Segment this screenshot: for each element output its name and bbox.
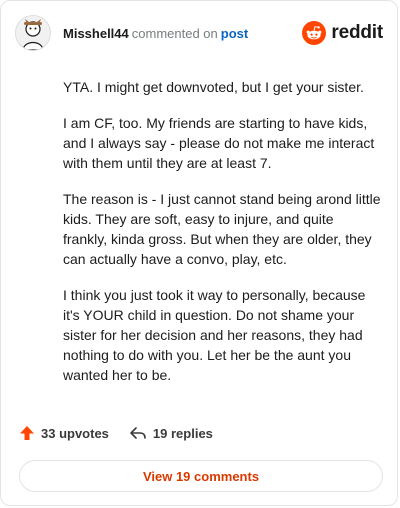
user-avatar[interactable]	[15, 15, 51, 51]
comment-card: Misshell44 commented on post reddit YTA. I…	[0, 0, 398, 506]
comment-paragraph: I think you just took it way to personal…	[63, 287, 366, 383]
upvote-arrow-icon	[20, 426, 34, 440]
comment-actions: 33 upvotes 19 replies	[19, 425, 213, 441]
view-comments-button[interactable]: View 19 comments	[19, 460, 383, 492]
reddit-brand[interactable]: reddit	[302, 21, 383, 45]
replies-button[interactable]: 19 replies	[129, 425, 213, 441]
upvote-button[interactable]: 33 upvotes	[19, 425, 109, 441]
reply-count: 19 replies	[152, 425, 213, 441]
comment-meta: Misshell44 commented on post	[63, 26, 248, 41]
reply-arrow-icon	[130, 427, 146, 439]
post-link[interactable]: post	[221, 26, 248, 41]
reddit-wordmark: reddit	[331, 22, 383, 43]
comment-header: Misshell44 commented on post reddit	[15, 15, 383, 51]
comment-paragraph: The reason is - I just cannot stand bein…	[63, 191, 381, 267]
username[interactable]: Misshell44	[63, 26, 129, 41]
reddit-snoo-icon	[302, 21, 327, 45]
comment-body: YTA. I might get downvoted, but I get yo…	[63, 77, 381, 401]
upvote-count: 33 upvotes	[41, 425, 109, 441]
comment-paragraph: I am CF, too. My friends are starting to…	[63, 115, 375, 171]
commented-on-text: commented on	[131, 25, 218, 41]
comment-paragraph: YTA. I might get downvoted, but I get yo…	[63, 79, 364, 95]
avatar-icon	[16, 16, 50, 50]
